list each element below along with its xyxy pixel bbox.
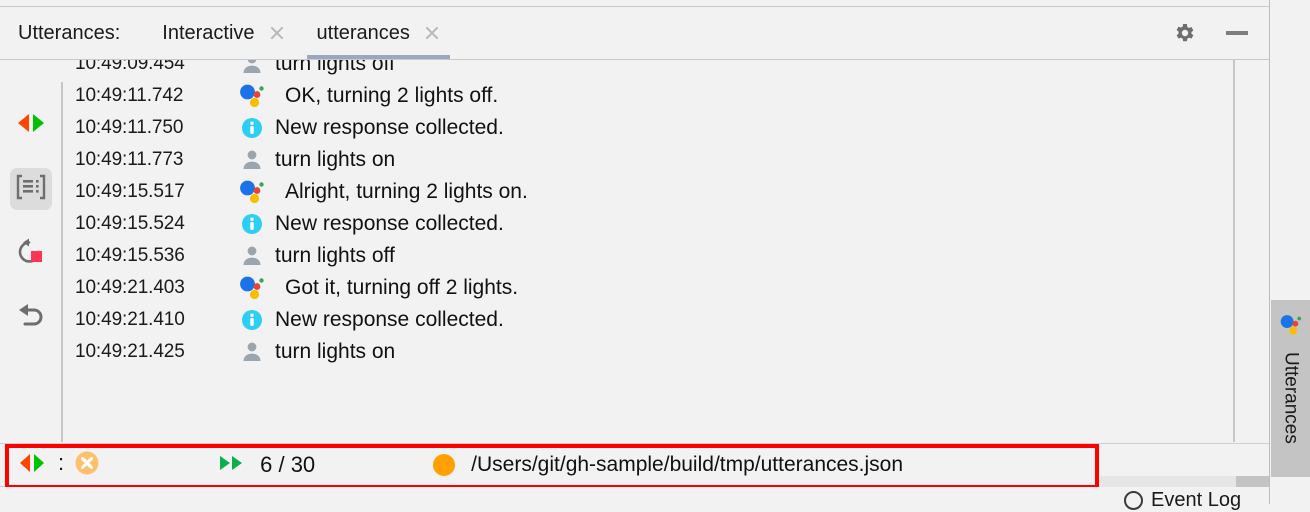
- log-message: turn lights off: [275, 60, 395, 75]
- step-prev-next-button[interactable]: [10, 104, 52, 146]
- log-pane-right-divider: [1233, 60, 1235, 442]
- tab-utterances-label: utterances: [316, 21, 410, 44]
- log-timestamp: 10:49:15.524: [75, 213, 185, 234]
- log-timestamp: 10:49:21.403: [75, 277, 185, 298]
- user-icon: [235, 60, 269, 76]
- log-row[interactable]: 10:49:11.742 OK, turning 2 lights off.: [63, 80, 1233, 112]
- left-right-arrows-icon: [16, 111, 46, 140]
- user-icon: [235, 244, 269, 268]
- user-icon: [235, 148, 269, 172]
- event-log-label: Event Log: [1151, 489, 1242, 511]
- undo-arrow-icon: [15, 301, 47, 334]
- restart-stop-icon: [16, 237, 46, 270]
- assistant-icon: [235, 177, 269, 207]
- status-file-group[interactable]: /Users/git/gh-sample/build/tmp/utterance…: [433, 453, 903, 477]
- info-icon: [235, 117, 269, 139]
- log-row[interactable]: 10:49:15.536 turn lights off: [63, 240, 1233, 272]
- rerun-stop-button[interactable]: [10, 232, 52, 274]
- undo-button[interactable]: [10, 296, 52, 338]
- status-progress-group: 6 / 30: [218, 452, 315, 478]
- soft-wrap-icon: [16, 174, 46, 205]
- status-separator: :: [58, 450, 65, 475]
- fast-forward-icon: [218, 453, 248, 478]
- circle-icon: [1124, 491, 1143, 510]
- info-icon: [235, 309, 269, 331]
- event-log-button[interactable]: Event Log: [1124, 489, 1241, 512]
- log-timestamp: 10:49:11.742: [75, 85, 184, 106]
- bottom-bar: [0, 487, 1270, 504]
- right-strip-tab-utterances[interactable]: Utterances: [1271, 300, 1310, 477]
- tab-bar: Utterances: Interactive utterances: [0, 7, 1270, 59]
- tab-utterances[interactable]: utterances: [301, 7, 456, 59]
- log-timestamp: 10:49:21.410: [75, 309, 185, 330]
- log-row[interactable]: 10:49:11.750 New response collected.: [63, 112, 1233, 144]
- log-message: Alright, turning 2 lights on.: [285, 180, 528, 203]
- log-row[interactable]: 10:49:15.524 New response collected.: [63, 208, 1233, 240]
- log-row[interactable]: 10:49:15.517 Alright, turning 2 lights o…: [63, 176, 1233, 208]
- soft-wrap-button[interactable]: [10, 168, 52, 210]
- user-icon: [235, 340, 269, 364]
- log-message: turn lights on: [275, 148, 396, 171]
- orange-dot-icon: [433, 454, 456, 476]
- log-timestamp: 10:49:15.517: [75, 181, 185, 202]
- assistant-icon: [235, 81, 269, 111]
- info-icon: [235, 213, 269, 235]
- status-progress-text: 6 / 30: [260, 452, 316, 477]
- utterances-log-list[interactable]: 10:49:09.454 turn lights off 10:49:11.74…: [63, 60, 1233, 442]
- log-timestamp: 10:49:15.536: [75, 245, 185, 266]
- status-file-path: /Users/git/gh-sample/build/tmp/utterance…: [471, 453, 904, 476]
- log-timestamp: 10:49:21.425: [75, 341, 185, 362]
- assistant-icon: [1278, 312, 1304, 343]
- log-timestamp: 10:49:11.750: [75, 117, 184, 138]
- status-nav-group[interactable]: :: [18, 450, 100, 481]
- log-timestamp: 10:49:11.773: [75, 149, 184, 170]
- log-row[interactable]: 10:49:21.425 turn lights on: [63, 336, 1233, 368]
- log-timestamp: 10:49:09.454: [75, 60, 185, 74]
- tab-interactive-label: Interactive: [162, 21, 255, 44]
- log-row[interactable]: 10:49:09.454 turn lights off: [63, 60, 1233, 80]
- left-right-arrows-icon[interactable]: [18, 452, 46, 479]
- status-bar: : 6 / 30 /Users/git/gh-sample/build/tmp/…: [0, 444, 1270, 486]
- log-message: New response collected.: [275, 308, 504, 331]
- right-strip-tab-label: Utterances: [1280, 352, 1302, 444]
- log-row[interactable]: 10:49:21.403 Got it, turning off 2 light…: [63, 272, 1233, 304]
- assistant-icon: [235, 273, 269, 303]
- tab-interactive[interactable]: Interactive: [146, 7, 300, 59]
- minimize-icon[interactable]: [1226, 31, 1248, 35]
- tool-window-title: Utterances:: [18, 21, 121, 44]
- horizontal-scrollbar-thumb[interactable]: [1236, 476, 1270, 487]
- gear-icon[interactable]: [1172, 21, 1196, 45]
- tab-bar-actions: [1172, 21, 1270, 45]
- log-message: New response collected.: [275, 212, 504, 235]
- log-message: Got it, turning off 2 lights.: [285, 276, 519, 299]
- log-message: OK, turning 2 lights off.: [285, 84, 499, 107]
- error-x-circle-icon[interactable]: [74, 450, 100, 481]
- log-row[interactable]: 10:49:11.773 turn lights on: [63, 144, 1233, 176]
- tool-window: Utterances: Interactive utterances 10:49…: [0, 0, 1310, 511]
- left-toolbar: [0, 60, 62, 442]
- log-message: turn lights on: [275, 340, 396, 363]
- log-row[interactable]: 10:49:21.410 New response collected.: [63, 304, 1233, 336]
- close-icon[interactable]: [269, 25, 285, 41]
- log-message: New response collected.: [275, 116, 504, 139]
- close-icon[interactable]: [424, 25, 440, 41]
- log-message: turn lights off: [275, 244, 395, 267]
